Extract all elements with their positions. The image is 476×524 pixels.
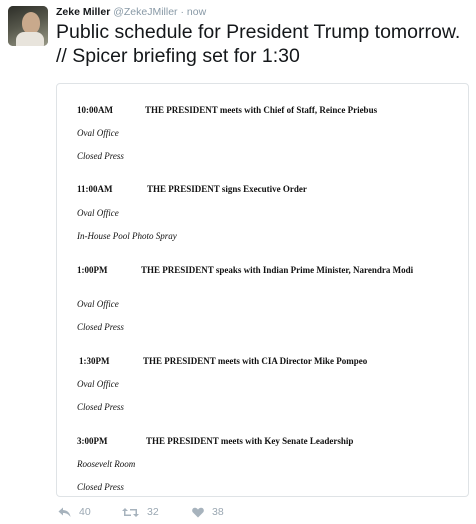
event-location: Oval Office xyxy=(77,128,119,138)
event-description: THE PRESIDENT meets with Key Senate Lead… xyxy=(146,436,354,446)
event-time: 1:00PM xyxy=(77,265,108,275)
schedule-image[interactable]: 10:00AM THE PRESIDENT meets with Chief of… xyxy=(56,83,469,497)
avatar[interactable] xyxy=(8,6,48,46)
heart-icon xyxy=(192,507,204,518)
tweet-actions: 40 32 38 xyxy=(56,506,456,522)
separator-dot: · xyxy=(180,6,184,18)
author-name[interactable]: Zeke Miller xyxy=(56,6,110,18)
schedule-entry: 11:00AM THE PRESIDENT signs Executive Ord… xyxy=(77,183,437,195)
avatar-shirt xyxy=(16,32,44,46)
schedule-entry: 3:00PM THE PRESIDENT meets with Key Senat… xyxy=(77,435,437,447)
event-time: 10:00AM xyxy=(77,105,113,115)
event-location: Oval Office xyxy=(77,208,119,218)
avatar-face xyxy=(22,12,40,34)
retweet-button[interactable]: 32 xyxy=(122,506,159,518)
retweet-count: 32 xyxy=(147,506,159,518)
event-coverage: In-House Pool Photo Spray xyxy=(77,231,177,241)
like-count: 38 xyxy=(212,506,224,518)
event-location: Roosevelt Room xyxy=(77,459,136,469)
event-description: THE PRESIDENT meets with Chief of Staff,… xyxy=(145,105,378,115)
event-time: 3:00PM xyxy=(77,436,108,446)
reply-button[interactable]: 40 xyxy=(58,506,91,518)
event-description: THE PRESIDENT signs Executive Order xyxy=(147,184,307,194)
schedule-document: 10:00AM THE PRESIDENT meets with Chief of… xyxy=(57,84,468,496)
event-time: 1:30PM xyxy=(79,356,110,366)
event-coverage: Closed Press xyxy=(77,402,124,412)
event-coverage: Closed Press xyxy=(77,151,124,161)
like-button[interactable]: 38 xyxy=(192,506,224,518)
schedule-entry: 10:00AM THE PRESIDENT meets with Chief of… xyxy=(77,104,437,116)
tweet-text: Public schedule for President Trump tomo… xyxy=(56,21,461,67)
schedule-entry: 1:00PM THE PRESIDENT speaks with Indian P… xyxy=(77,264,422,276)
event-description: THE PRESIDENT meets with CIA Director Mi… xyxy=(143,356,368,366)
event-description: THE PRESIDENT speaks with Indian Prime M… xyxy=(141,265,414,275)
retweet-icon xyxy=(122,507,139,518)
author-handle[interactable]: @ZekeJMiller xyxy=(113,6,177,18)
tweet-timestamp[interactable]: now xyxy=(187,6,206,18)
event-coverage: Closed Press xyxy=(77,482,124,492)
event-location: Oval Office xyxy=(77,299,119,309)
event-coverage: Closed Press xyxy=(77,322,124,332)
reply-icon xyxy=(58,507,71,518)
reply-count: 40 xyxy=(79,506,91,518)
tweet-header: Zeke Miller @ZekeJMiller · now xyxy=(56,6,206,18)
event-time: 11:00AM xyxy=(77,184,113,194)
schedule-entry: 1:30PM THE PRESIDENT meets with CIA Direc… xyxy=(79,355,439,367)
event-location: Oval Office xyxy=(77,379,119,389)
